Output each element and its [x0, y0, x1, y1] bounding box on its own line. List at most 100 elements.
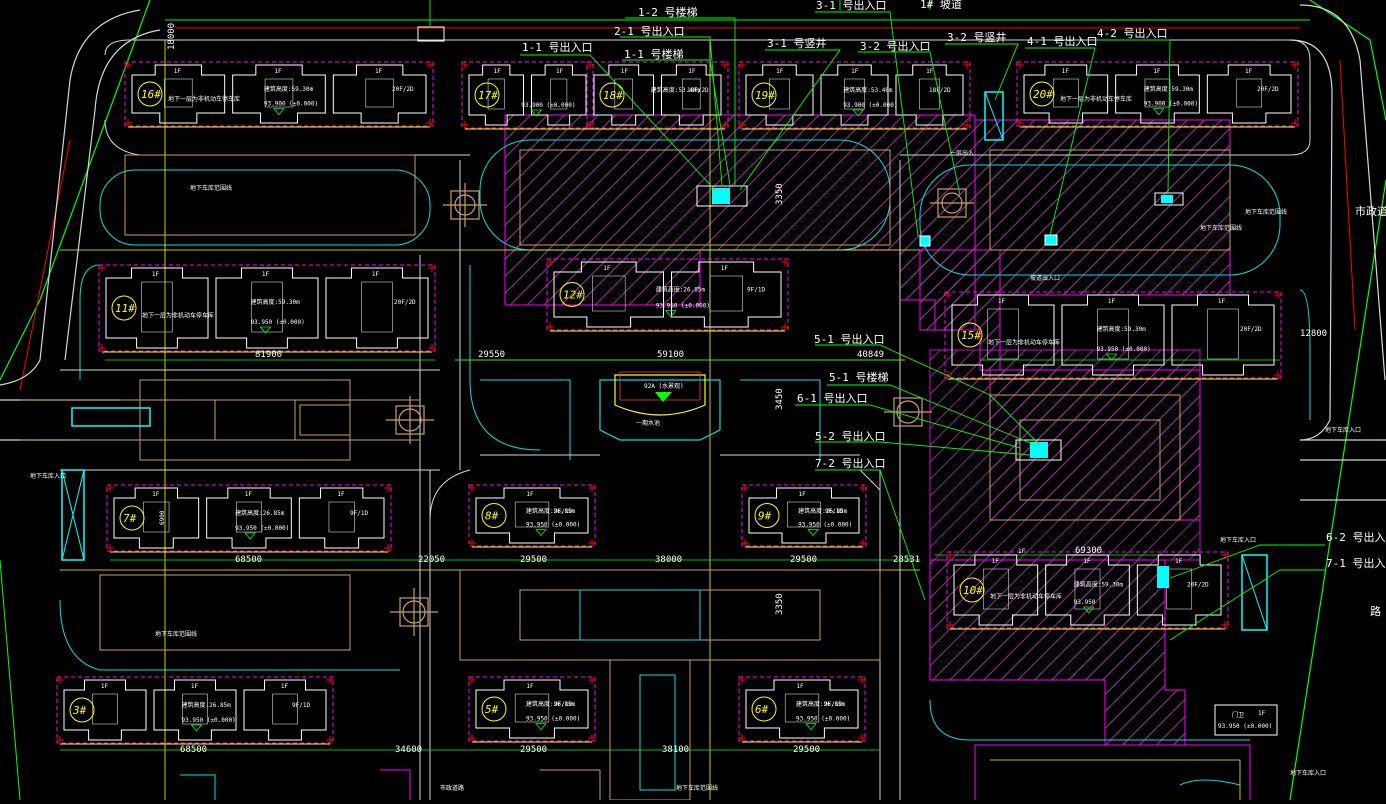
- wing-floor-label: 1F: [337, 491, 345, 498]
- wing-floor-label: 1F: [526, 683, 534, 690]
- elevation-triangle-icon: [273, 108, 285, 116]
- dim-29500b: 29500: [790, 555, 817, 565]
- callout-2-1-entrance: 2-1 号出入口: [614, 24, 685, 38]
- building-floors: 18F/2D: [687, 87, 709, 94]
- dim-40849: 40849: [857, 350, 884, 360]
- building-9: 1F9# 建筑高度:26.85m9F/1D93.950 (±0.000): [741, 484, 867, 548]
- building-height: 建筑高度:59.30m: [251, 298, 301, 306]
- building-number: 10#: [963, 584, 983, 597]
- wing-floor-label: 1F: [494, 68, 502, 75]
- building-elevation: 93.900 (±0.000): [843, 102, 897, 109]
- wing-floor-label: 1F: [245, 491, 253, 498]
- elevation-triangle-icon: [244, 532, 256, 540]
- building-note: 地下一层为非机动车停车库: [1060, 95, 1132, 103]
- elevation-triangle-icon: [190, 724, 203, 732]
- garage-entry-label-a: 地下车库入口: [30, 472, 66, 480]
- dim-3450: 3450: [775, 388, 785, 410]
- building-elevation: 93.950 (±0.000): [235, 525, 289, 532]
- building-7: 1F 1F 1F 7# 建筑高度:26.85m 9F/1D 93.950 (±0.000): [106, 484, 392, 553]
- building-number: 18#: [603, 89, 623, 102]
- building-elevation: 93.950 (±0.000): [526, 716, 580, 723]
- wing-floor-label: 1F: [603, 265, 611, 272]
- building-floors: 9F/1D: [350, 510, 368, 517]
- garage-line-label-2: 地下车库范围线: [155, 630, 197, 638]
- building-floors: 9F/1D: [747, 286, 765, 293]
- plaza-sublabel: 一期水池: [636, 419, 660, 427]
- callout-7-1-entrance: 7-1 号出入口: [1326, 556, 1386, 570]
- building-height: 建筑高度:59.30m: [1074, 581, 1124, 589]
- elevation-triangle-icon: [1152, 108, 1165, 116]
- dim-3350a: 3350: [775, 183, 785, 205]
- garage-entry-label-b: 地下车库入口: [1220, 536, 1256, 544]
- kiosk-name: 门卫: [1232, 711, 1244, 719]
- wing-floor-label: 1F: [1175, 558, 1183, 565]
- dim-6900: 6900: [159, 510, 166, 525]
- dim-38100: 38100: [662, 745, 689, 755]
- wing-floor-label: 1F: [262, 271, 270, 278]
- building-elevation: 93.950 (±0.000): [526, 522, 580, 529]
- cad-site-plan: 92A (水景观) 一期水池 1F 1F 1F 16# 建筑高度:59.30m 20F/2…: [0, 0, 1386, 801]
- callout-1-1-entrance: 1-1 号出入口: [522, 40, 593, 54]
- dim-22050: 22050: [418, 555, 445, 565]
- callout-5-2-entrance: 5-2 号出入口: [815, 429, 886, 443]
- dim-3350b: 3350: [775, 593, 785, 615]
- building-number: 5#: [485, 703, 499, 716]
- elevation-triangle-icon: [535, 723, 547, 731]
- building-20: 1F 1F 1F 20# 建筑高度:59.30m 20F/2D 93.900 (±0.000…: [1016, 61, 1299, 128]
- garage-line-label-4: 地下车库范围线: [676, 784, 718, 792]
- dim-29550: 29550: [478, 350, 505, 360]
- dim-12800: 12800: [1300, 329, 1327, 339]
- building-number: 12#: [563, 289, 583, 302]
- building-floors: 9F/1D: [825, 508, 843, 515]
- wing-floor-label: 1F: [1153, 68, 1161, 75]
- dim-1F: 1F: [1018, 548, 1026, 555]
- callout-4-1-entrance: 4-1 号出入口: [1027, 34, 1098, 48]
- building-elevation: 93.900 (±0.000): [1144, 101, 1198, 108]
- building-floors: 20F/2D: [1240, 326, 1262, 333]
- wing-floor-label: 1F: [191, 683, 199, 690]
- building-number: 19#: [755, 89, 775, 102]
- wing-floor-label: 1F: [152, 271, 160, 278]
- wing-floor-label: 1F: [1218, 298, 1226, 305]
- building-elevation: 93.950 (±0.000): [656, 303, 710, 310]
- building-number: 11#: [115, 302, 135, 315]
- garage-entry-label-d: 地下车库入口: [1325, 426, 1361, 434]
- wing-floor-label: 1F: [526, 491, 534, 498]
- wing-floor-label: 1F: [281, 683, 289, 690]
- wing-floor-label: 1F: [721, 265, 729, 272]
- callout-4-2-entrance: 4-2 号出入口: [1097, 26, 1168, 40]
- building-number: 3#: [72, 704, 87, 717]
- callout-1-2-stair: 1-2 号楼梯: [638, 5, 698, 19]
- callout-6-2-entrance: 6-2 号出入口: [1326, 530, 1386, 544]
- building-note: 地下一层为非机动车停车库: [988, 339, 1060, 347]
- building-number: 20#: [1033, 88, 1053, 101]
- callout-3-1-entrance: 3-1 号出入口: [816, 0, 887, 12]
- wing-floor-label: 1F: [796, 683, 804, 690]
- wing-floor-label: 1F: [1062, 68, 1070, 75]
- wing-floor-label: 1F: [926, 68, 934, 75]
- callout-3-1-shaft: 3-1 号竖井: [767, 36, 827, 50]
- dim-18000a: 18000: [167, 23, 177, 50]
- callout-1-1-stair: 1-1 号楼梯: [624, 47, 684, 61]
- building-floors: 9F/1D: [824, 701, 842, 708]
- elevation-triangle-icon: [535, 529, 547, 537]
- dim-29500a: 29500: [520, 555, 547, 565]
- site-plan-drawing: 92A (水景观) 一期水池 1F 1F 1F 16# 建筑高度:59.30m 20F/2…: [0, 0, 1386, 801]
- garage-line-label-5: 地下车库范围线: [1200, 224, 1242, 232]
- dim-34600: 34600: [395, 745, 422, 755]
- wing-floor-label: 1F: [992, 558, 1000, 565]
- building-height: 建筑高度:26.85m: [656, 285, 706, 293]
- wing-floor-label: 1F: [1108, 298, 1116, 305]
- building-16: 1F 1F 1F 16# 建筑高度:59.30m 20F/2D 93.900 (±0.000…: [124, 61, 434, 128]
- stair-label: 一层出入: [950, 149, 974, 157]
- building-number: 15#: [961, 329, 981, 342]
- building-height: 建筑高度:59.30m: [1144, 85, 1194, 93]
- central-water-feature: 92A (水景观) 一期水池: [599, 371, 721, 441]
- building-height: 建筑高度:26.85m: [182, 701, 232, 709]
- dim-28531: 28531: [893, 555, 920, 565]
- building-elevation: 93.950 (±0.000): [1097, 346, 1151, 353]
- plaza-label: 92A (水景观): [644, 382, 684, 390]
- building-number: 8#: [485, 510, 499, 523]
- building-elevation: 93.950 (±0.000): [798, 522, 852, 529]
- wing-floor-label: 1F: [101, 683, 109, 690]
